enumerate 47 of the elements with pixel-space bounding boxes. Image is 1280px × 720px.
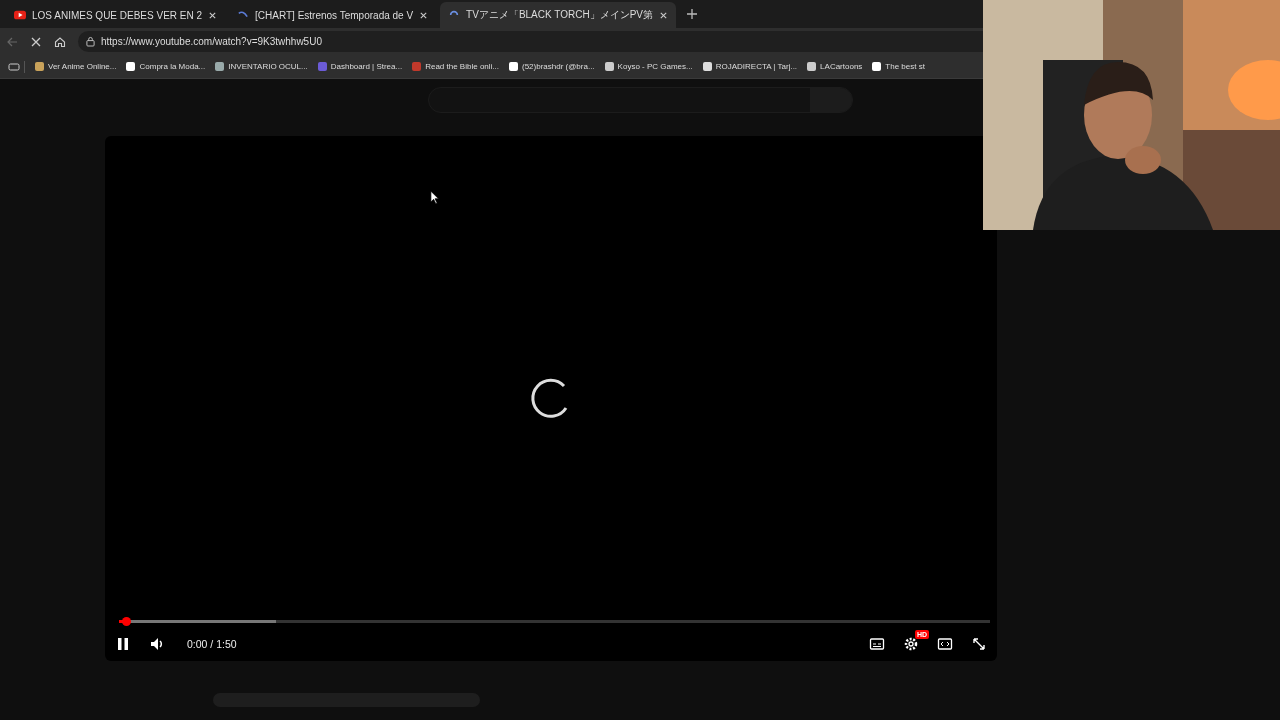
theater-mode-icon[interactable]: [937, 636, 953, 652]
favicon-icon: [807, 62, 817, 71]
bookmark[interactable]: INVENTARIO OCUL...: [215, 62, 308, 71]
browser-tab[interactable]: LOS ANIMES QUE DEBES VER EN 2: [6, 2, 226, 28]
home-icon[interactable]: [54, 35, 66, 48]
bookmark[interactable]: The best st: [872, 62, 925, 71]
pause-icon[interactable]: [115, 636, 131, 652]
bookmark[interactable]: Dashboard | Strea...: [317, 62, 403, 71]
bookmark[interactable]: Ver Anime Online...: [35, 62, 117, 71]
tab-title: [CHART] Estrenos Temporada de V: [255, 9, 414, 21]
favicon-icon: [509, 62, 518, 71]
favicon-icon: [126, 62, 136, 71]
stop-icon[interactable]: [30, 35, 42, 48]
bookmark[interactable]: Read the Bible onli...: [412, 62, 499, 71]
bookmark[interactable]: LACartoons: [807, 62, 863, 71]
favicon-icon: [872, 62, 882, 71]
lock-icon: [86, 36, 95, 47]
mouse-pointer-icon: [430, 190, 439, 205]
bookmark[interactable]: Koyso - PC Games...: [604, 62, 693, 71]
address-bar[interactable]: https://www.youtube.com/watch?v=9K3twhhw5U0: [78, 31, 983, 52]
tab-title: TVアニメ「BLACK TORCH」メインPV第: [466, 8, 653, 22]
fullscreen-icon[interactable]: [971, 636, 987, 652]
subtitles-icon[interactable]: [869, 636, 885, 652]
tab-title: LOS ANIMES QUE DEBES VER EN 2: [32, 9, 203, 21]
browser-tab[interactable]: TVアニメ「BLACK TORCH」メインPV第: [440, 2, 676, 28]
bookmark[interactable]: Compra la Moda...: [126, 62, 206, 71]
favicon-icon: [215, 62, 225, 71]
tablet-icon[interactable]: [8, 60, 20, 73]
swirl-icon: [237, 10, 250, 20]
settings-icon[interactable]: [903, 636, 919, 652]
close-icon[interactable]: [419, 10, 429, 20]
volume-icon[interactable]: [149, 636, 165, 652]
url-text: https://www.youtube.com/watch?v=9K3twhhw5U0: [101, 36, 322, 47]
favicon-icon: [35, 62, 44, 71]
bookmark[interactable]: ROJADIRECTA | Tarj...: [702, 62, 798, 71]
bookmark[interactable]: (52)brashdr (@bra...: [509, 62, 595, 71]
new-tab-icon[interactable]: [686, 8, 698, 20]
close-icon[interactable]: [659, 10, 668, 20]
progress-bar[interactable]: [119, 617, 990, 626]
favicon-icon: [317, 62, 327, 71]
browser-tab[interactable]: [CHART] Estrenos Temporada de V: [229, 2, 437, 28]
time-display: 0:00 / 1:50: [187, 638, 237, 650]
youtube-icon: [14, 10, 26, 20]
favicon-icon: [412, 62, 422, 71]
favicon-icon: [702, 62, 712, 71]
favicon-icon: [604, 62, 614, 71]
close-icon[interactable]: [208, 10, 218, 20]
